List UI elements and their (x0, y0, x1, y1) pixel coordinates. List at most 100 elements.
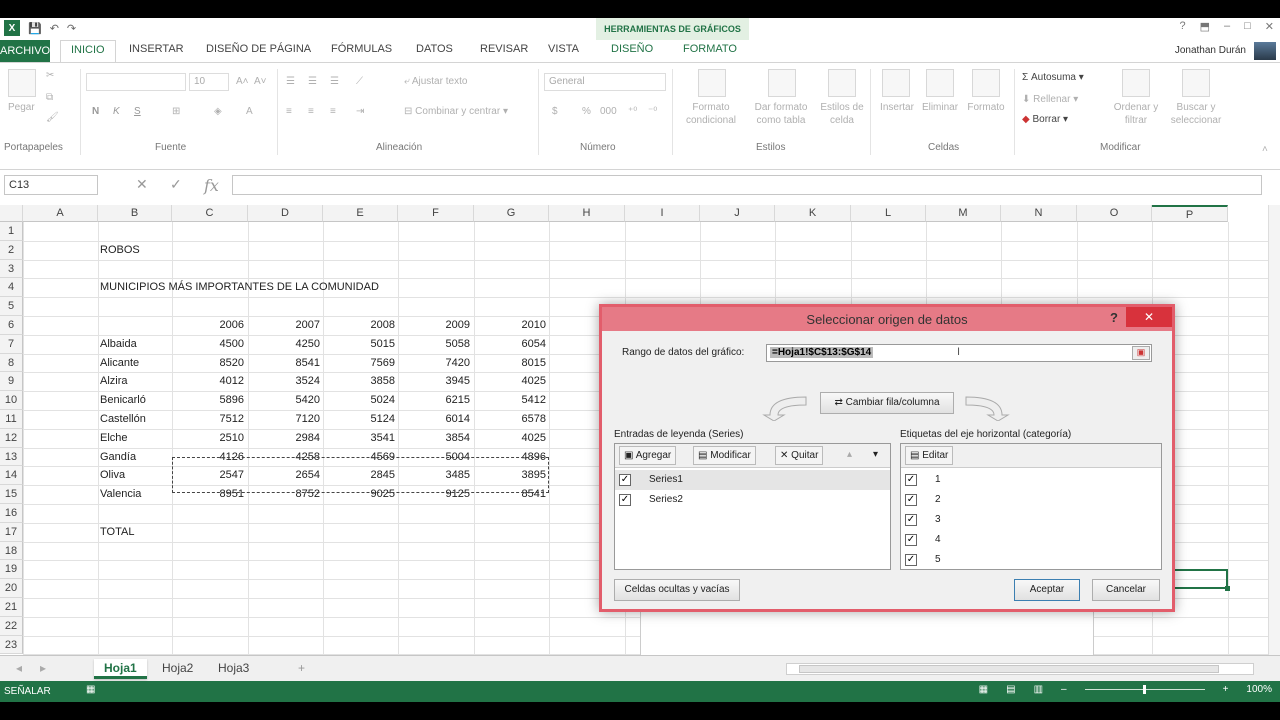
value-cell[interactable]: 5420 (250, 394, 320, 406)
scroll-right-icon[interactable]: ▸ (30, 659, 56, 679)
category-item[interactable]: ✓ 4 (901, 530, 1161, 550)
column-header[interactable]: G (474, 205, 549, 222)
value-cell[interactable]: 4250 (250, 338, 320, 350)
column-header[interactable]: P (1152, 205, 1228, 222)
align-bottom-icon[interactable]: ☰ (330, 75, 339, 88)
series-item[interactable]: ✓ Series2 (615, 490, 890, 510)
grow-font-icon[interactable]: A˄ (236, 75, 249, 88)
cut-icon[interactable]: ✂ (46, 69, 54, 82)
municipality-cell[interactable]: Alzira (100, 375, 128, 387)
year-header-cell[interactable]: 2007 (250, 319, 320, 331)
row-header[interactable]: 2 (0, 240, 23, 260)
format-cells-icon[interactable] (972, 69, 1000, 97)
zoom-in-icon[interactable]: + (1223, 684, 1229, 695)
page-break-icon[interactable]: ▥ (1034, 684, 1043, 695)
category-item[interactable]: ✓ 5 (901, 550, 1161, 570)
align-left-icon[interactable]: ≡ (286, 105, 292, 118)
cell-styles-button[interactable]: Estilos de celda (816, 101, 868, 127)
italic-button[interactable]: K (113, 105, 120, 118)
delete-cells-icon[interactable] (926, 69, 954, 97)
name-box[interactable]: C13 (4, 175, 98, 195)
thousands-button[interactable]: 000 (600, 105, 617, 118)
column-header[interactable]: N (1001, 205, 1077, 222)
clear-button[interactable]: ◆ Borrar ▾ (1022, 113, 1068, 126)
row-header[interactable]: 20 (0, 579, 23, 598)
insert-cells-button[interactable]: Insertar (876, 101, 918, 114)
row-header[interactable]: 22 (0, 616, 23, 636)
value-cell[interactable]: 6578 (476, 413, 546, 425)
currency-button[interactable]: $ (552, 105, 558, 118)
remove-series-button[interactable]: ✕ Quitar (775, 446, 824, 465)
enter-formula-icon[interactable]: ✓ (170, 176, 182, 193)
find-select-button[interactable]: Buscar y seleccionar (1160, 101, 1232, 127)
delete-cells-button[interactable]: Eliminar (918, 101, 962, 114)
dialog-help-icon[interactable]: ? (1110, 310, 1118, 325)
tab-insertar[interactable]: INSERTAR (129, 43, 184, 55)
value-cell[interactable]: 5058 (400, 338, 470, 350)
row-header[interactable]: 7 (0, 334, 23, 354)
row-header[interactable]: 14 (0, 466, 23, 486)
percent-button[interactable]: % (582, 105, 591, 118)
value-cell[interactable]: 4025 (476, 375, 546, 387)
user-name[interactable]: Jonathan Durán (1175, 45, 1246, 56)
horizontal-scrollbar[interactable] (786, 663, 1254, 675)
edit-series-button[interactable]: ▤ Modificar (693, 446, 756, 465)
tab-inicio[interactable]: INICIO (60, 40, 116, 63)
column-header[interactable]: I (625, 205, 700, 222)
fill-color-icon[interactable]: ◈ (214, 105, 222, 118)
value-cell[interactable]: 3541 (325, 432, 395, 444)
edit-axis-button[interactable]: ▤ Editar (905, 446, 954, 465)
row-header[interactable]: 9 (0, 372, 23, 392)
value-cell[interactable]: 5896 (174, 394, 244, 406)
series-checkbox[interactable]: ✓ (619, 494, 631, 506)
sheet-tab-hoja1[interactable]: Hoja1 (94, 659, 147, 679)
align-right-icon[interactable]: ≡ (330, 105, 336, 118)
accept-button[interactable]: Aceptar (1014, 579, 1080, 601)
copy-icon[interactable]: ⧉ (46, 91, 53, 104)
dialog-close-button[interactable]: ✕ (1126, 307, 1172, 327)
category-checkbox[interactable]: ✓ (905, 494, 917, 506)
municipality-cell[interactable]: Oliva (100, 469, 125, 481)
municipality-cell[interactable]: Valencia (100, 488, 141, 500)
font-color-icon[interactable]: A (246, 105, 253, 118)
category-item[interactable]: ✓ 2 (901, 490, 1161, 510)
value-cell[interactable]: 8541 (250, 357, 320, 369)
sheet-title-cell[interactable]: ROBOS (100, 244, 140, 256)
column-header[interactable]: H (549, 205, 625, 222)
value-cell[interactable]: 8520 (174, 357, 244, 369)
switch-row-column-button[interactable]: ⇄ Cambiar fila/columna (820, 392, 954, 414)
sheet-tab-hoja2[interactable]: Hoja2 (152, 659, 203, 679)
municipality-cell[interactable]: Gandía (100, 451, 136, 463)
dialog-title-bar[interactable]: Seleccionar origen de datos ? ✕ (602, 307, 1172, 331)
move-up-icon[interactable]: ▴ (843, 446, 856, 465)
help-icon[interactable]: ? (1179, 20, 1185, 33)
tab-revisar[interactable]: REVISAR (480, 43, 528, 55)
value-cell[interactable]: 5024 (325, 394, 395, 406)
tab-formulas[interactable]: FÓRMULAS (331, 43, 392, 55)
orientation-icon[interactable]: ⟋ (356, 75, 363, 88)
increase-decimal-icon[interactable]: ⁺⁰ (628, 105, 637, 118)
row-header[interactable]: 16 (0, 504, 23, 523)
value-cell[interactable]: 2984 (250, 432, 320, 444)
row-header[interactable]: 10 (0, 391, 23, 410)
row-header[interactable]: 1 (0, 222, 23, 241)
row-header[interactable]: 11 (0, 410, 23, 429)
underline-button[interactable]: S (134, 105, 141, 118)
format-cells-button[interactable]: Formato (964, 101, 1008, 114)
row-header[interactable]: 19 (0, 560, 23, 580)
ribbon-display-icon[interactable]: ⬒ (1200, 20, 1210, 33)
category-checkbox[interactable]: ✓ (905, 474, 917, 486)
value-cell[interactable]: 7512 (174, 413, 244, 425)
municipality-cell[interactable]: Alicante (100, 357, 139, 369)
value-cell[interactable]: 3945 (400, 375, 470, 387)
format-table-icon[interactable] (768, 69, 796, 97)
value-cell[interactable]: 4500 (174, 338, 244, 350)
maximize-icon[interactable]: □ (1244, 20, 1251, 33)
column-header[interactable]: C (172, 205, 248, 222)
move-down-icon[interactable]: ▾ (869, 446, 882, 465)
series-checkbox[interactable]: ✓ (619, 474, 631, 486)
number-format-box[interactable]: General (544, 73, 666, 91)
value-cell[interactable]: 5124 (325, 413, 395, 425)
column-header[interactable]: M (926, 205, 1001, 222)
sheet-subtitle-cell[interactable]: MUNICIPIOS MÁS IMPORTANTES DE LA COMUNID… (100, 281, 379, 293)
